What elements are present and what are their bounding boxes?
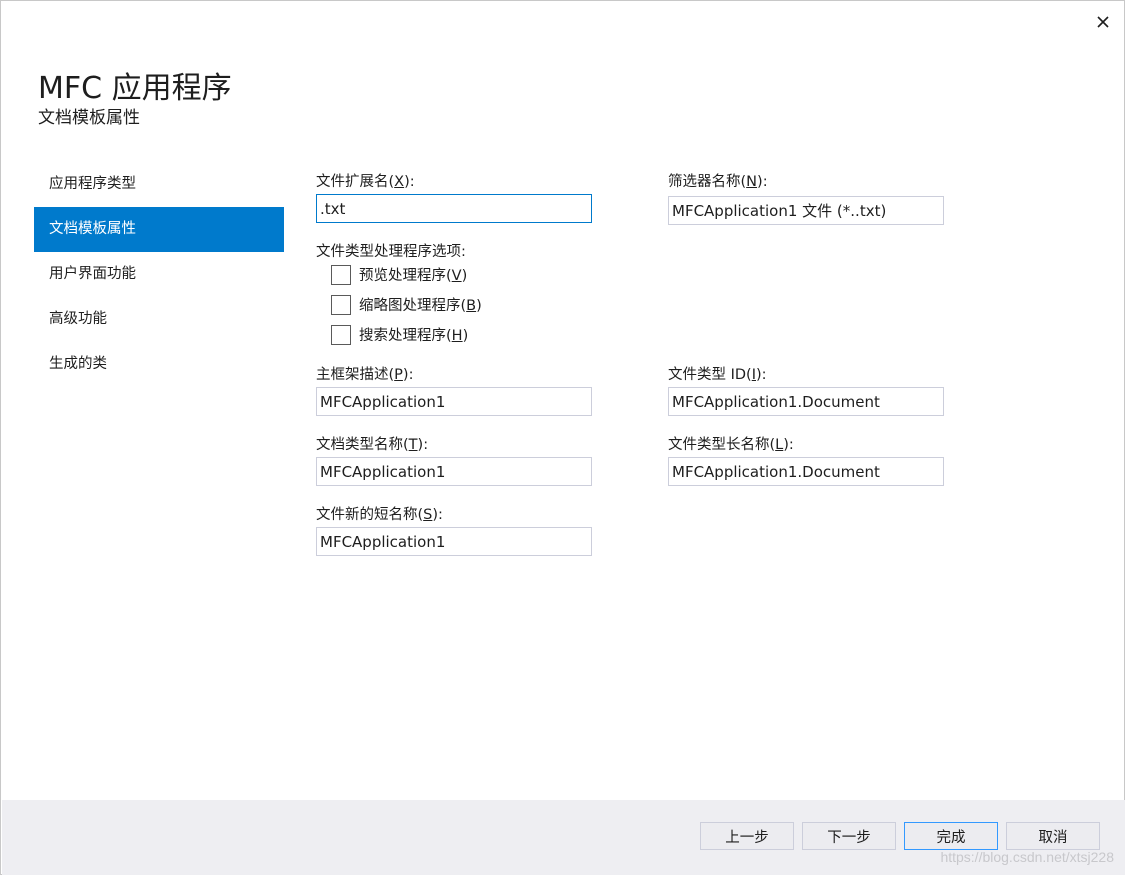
access-key: B xyxy=(466,298,477,314)
finish-button[interactable]: 完成 xyxy=(904,822,998,850)
label-text: ): xyxy=(417,437,429,453)
access-key: V xyxy=(451,268,462,284)
search-handler-option[interactable]: 搜索处理程序(H) xyxy=(331,324,468,345)
main-frame-input[interactable] xyxy=(316,387,592,416)
page-title: MFC 应用程序 xyxy=(38,71,232,106)
label-text: ): xyxy=(432,507,443,523)
label-text: 文件类型 ID( xyxy=(668,367,752,383)
label-text: ) xyxy=(462,328,469,344)
thumbnail-handler-checkbox[interactable] xyxy=(331,294,351,315)
dialog-window: MFC 应用程序 文档模板属性 应用程序类型 文档模板属性 用户界面功能 高级功… xyxy=(0,0,1125,875)
label-text: 文件扩展名( xyxy=(316,174,395,190)
label-text: ): xyxy=(756,367,767,383)
search-handler-label: 搜索处理程序(H) xyxy=(359,324,468,345)
sidebar-item-label: 用户界面功能 xyxy=(49,266,136,282)
close-icon xyxy=(1097,16,1109,28)
label-text: ): xyxy=(404,174,415,190)
main-frame-label: 主框架描述(P): xyxy=(316,363,413,384)
file-type-long-label: 文件类型长名称(L): xyxy=(668,433,794,454)
sidebar-item-label: 生成的类 xyxy=(49,356,107,372)
file-type-id-label: 文件类型 ID(I): xyxy=(668,363,767,384)
access-key: H xyxy=(451,328,463,344)
sidebar-nav: 应用程序类型 文档模板属性 用户界面功能 高级功能 生成的类 xyxy=(34,162,284,387)
file-ext-input[interactable] xyxy=(316,194,592,223)
access-key: S xyxy=(423,507,433,523)
label-text: 筛选器名称( xyxy=(668,174,747,190)
label-text: 预览处理程序( xyxy=(359,268,452,284)
sidebar-item-ui-features[interactable]: 用户界面功能 xyxy=(34,252,284,297)
next-button[interactable]: 下一步 xyxy=(802,822,896,850)
cancel-button[interactable]: 取消 xyxy=(1006,822,1100,850)
sidebar-item-generated-classes[interactable]: 生成的类 xyxy=(34,342,284,387)
file-new-short-input[interactable] xyxy=(316,527,592,556)
file-new-short-label: 文件新的短名称(S): xyxy=(316,503,443,524)
doc-type-name-input[interactable] xyxy=(316,457,592,486)
label-text: ) xyxy=(461,268,468,284)
filter-name-input[interactable] xyxy=(668,196,944,225)
sidebar-item-label: 应用程序类型 xyxy=(49,176,136,192)
access-key: N xyxy=(746,174,758,190)
label-text: 文件新的短名称( xyxy=(316,507,424,523)
search-handler-checkbox[interactable] xyxy=(331,324,351,345)
label-text: ): xyxy=(757,174,768,190)
preview-handler-option[interactable]: 预览处理程序(V) xyxy=(331,264,467,285)
sidebar-item-label: 高级功能 xyxy=(49,311,107,327)
label-text: 文件类型长名称( xyxy=(668,437,776,453)
label-text: 文档类型名称( xyxy=(316,437,409,453)
label-text: ): xyxy=(402,367,414,383)
sidebar-item-doc-template[interactable]: 文档模板属性 xyxy=(34,207,284,252)
preview-handler-checkbox[interactable] xyxy=(331,264,351,285)
sidebar-item-advanced[interactable]: 高级功能 xyxy=(34,297,284,342)
file-ext-label: 文件扩展名(X): xyxy=(316,170,415,191)
label-text: 缩略图处理程序( xyxy=(359,298,467,314)
watermark-text: https://blog.csdn.net/xtsj228 xyxy=(940,849,1114,865)
label-text: ) xyxy=(476,298,482,314)
preview-handler-label: 预览处理程序(V) xyxy=(359,264,467,285)
page-subtitle: 文档模板属性 xyxy=(38,108,140,128)
close-button[interactable] xyxy=(1090,9,1116,35)
file-type-id-input[interactable] xyxy=(668,387,944,416)
label-text: 搜索处理程序( xyxy=(359,328,452,344)
doc-type-name-label: 文档类型名称(T): xyxy=(316,433,428,454)
thumbnail-handler-label: 缩略图处理程序(B) xyxy=(359,294,482,315)
handler-options-label: 文件类型处理程序选项: xyxy=(316,244,466,260)
prev-button[interactable]: 上一步 xyxy=(700,822,794,850)
label-text: ): xyxy=(783,437,794,453)
access-key: P xyxy=(394,367,403,383)
file-type-long-input[interactable] xyxy=(668,457,944,486)
thumbnail-handler-option[interactable]: 缩略图处理程序(B) xyxy=(331,294,482,315)
filter-name-label: 筛选器名称(N): xyxy=(668,170,768,191)
sidebar-item-app-type[interactable]: 应用程序类型 xyxy=(34,162,284,207)
access-key: T xyxy=(408,437,418,453)
access-key: X xyxy=(394,174,405,190)
sidebar-item-label: 文档模板属性 xyxy=(49,221,136,237)
label-text: 主框架描述( xyxy=(316,367,395,383)
